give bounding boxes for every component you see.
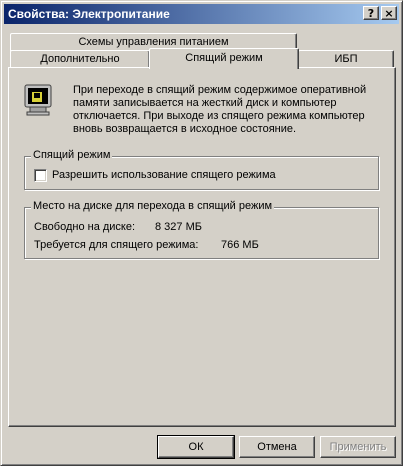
description-line: вновь возвращается в исходное состояние. bbox=[73, 123, 297, 135]
description-line: При переходе в спящий режим содержимое о… bbox=[73, 84, 367, 96]
hibernate-computer-icon bbox=[24, 84, 52, 116]
ok-button[interactable]: ОК bbox=[157, 435, 235, 459]
required-space-label: Требуется для спящего режима: bbox=[34, 239, 199, 251]
window-title: Свойства: Электропитание bbox=[8, 7, 170, 21]
properties-window: Свойства: Электропитание ? × Схемы управ… bbox=[0, 0, 403, 466]
tab-hibernate[interactable]: Спящий режим bbox=[149, 48, 299, 69]
help-button[interactable]: ? bbox=[363, 6, 379, 20]
required-space-value: 766 МБ bbox=[221, 239, 259, 251]
close-button[interactable]: × bbox=[381, 6, 397, 20]
free-space-value: 8 327 МБ bbox=[155, 221, 202, 233]
apply-button[interactable]: Применить bbox=[320, 436, 396, 458]
disk-space-group-title: Место на диске для перехода в спящий реж… bbox=[31, 200, 275, 212]
tab-ups[interactable]: ИБП bbox=[298, 50, 394, 68]
title-bar[interactable]: Свойства: Электропитание ? × bbox=[4, 4, 399, 24]
free-space-label: Свободно на диске: bbox=[34, 221, 136, 233]
description-line: памяти записывается на жесткий диск и ко… bbox=[73, 97, 337, 109]
cancel-button[interactable]: Отмена bbox=[239, 436, 315, 458]
enable-hibernate-label[interactable]: Разрешить использование спящего режима bbox=[52, 169, 276, 181]
disk-space-group: Место на диске для перехода в спящий реж… bbox=[24, 200, 379, 259]
hibernate-group-title: Спящий режим bbox=[31, 149, 113, 161]
hibernate-tab-panel: При переходе в спящий режим содержимое о… bbox=[8, 67, 396, 427]
description-line: отключается. При выходе из спящего режим… bbox=[73, 110, 365, 122]
enable-hibernate-checkbox[interactable] bbox=[34, 169, 47, 182]
tab-advanced[interactable]: Дополнительно bbox=[10, 50, 150, 68]
hibernate-description: При переходе в спящий режим содержимое о… bbox=[73, 84, 373, 136]
hibernate-group: Спящий режим Разрешить использование спя… bbox=[24, 149, 379, 190]
